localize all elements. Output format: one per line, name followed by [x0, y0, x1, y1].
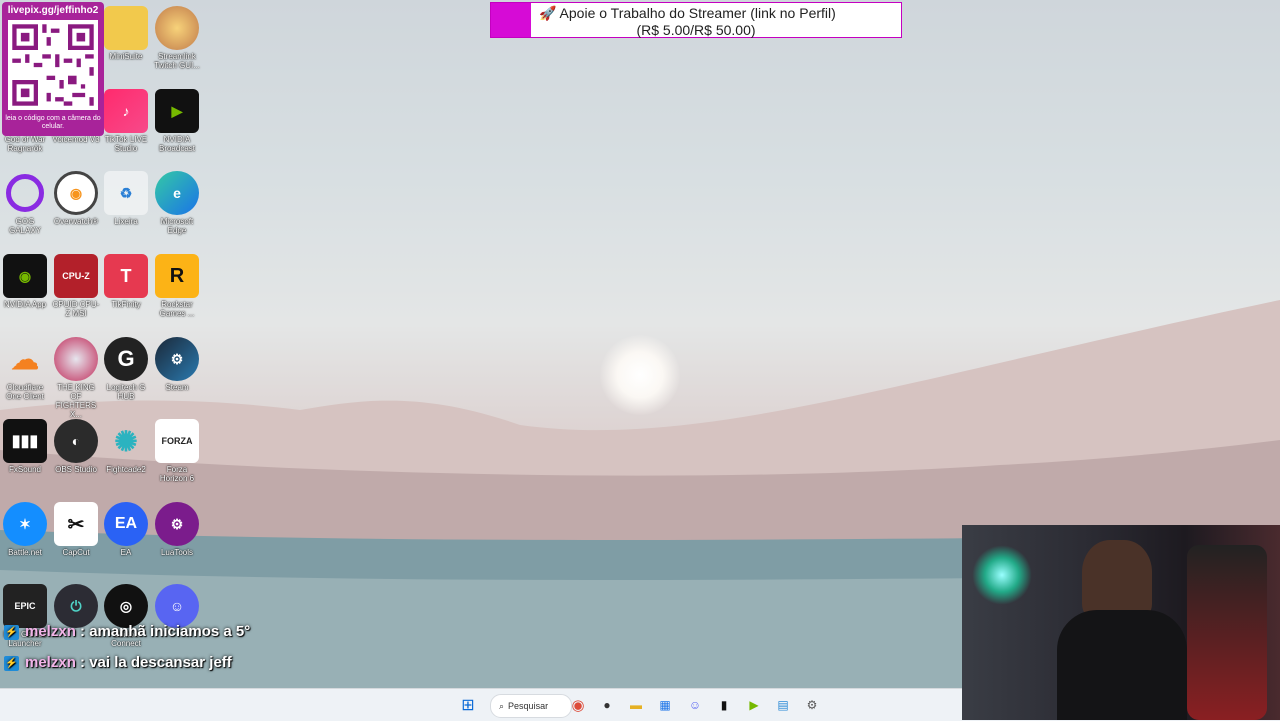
- tikfinity-icon: T: [104, 254, 148, 298]
- desktop-icon-fightcade[interactable]: ✺ Fightcade2: [101, 419, 151, 475]
- chat-message: ⚡ melzxn : vai la descansar jeff: [4, 654, 232, 671]
- fightcade-icon: ✺: [114, 425, 138, 457]
- desktop-icon-steam[interactable]: ⚙ Steam: [152, 337, 202, 392]
- settings-icon[interactable]: ⚙: [802, 695, 822, 715]
- desktop-icon-luatools[interactable]: ⚙ LuaTools: [152, 502, 202, 557]
- chat-badge-icon: ⚡: [4, 655, 19, 671]
- streamer-head: [1082, 540, 1152, 620]
- chat-username: melzxn: [25, 654, 76, 671]
- recycle-bin-icon: ♻: [104, 171, 148, 215]
- desktop-icon-streamlink[interactable]: Streamlink Twitch GUI...: [152, 6, 202, 70]
- desktop-icon-logitech[interactable]: G Logitech G HUB: [101, 337, 151, 401]
- desktop-icon-lixeira[interactable]: ♻ Lixeira: [101, 171, 151, 226]
- store-icon[interactable]: ▦: [655, 695, 675, 715]
- nvidia-icon[interactable]: ▶: [744, 695, 764, 715]
- desktop-icon-battlenet[interactable]: ✶ Battle.net: [0, 502, 50, 557]
- cpuz-icon: CPU-Z: [54, 254, 98, 298]
- webcam-light: [972, 545, 1032, 605]
- desktop-icon-cpuz[interactable]: CPU-Z CPUID CPU-Z MSI: [51, 254, 101, 318]
- obs-icon: ◐: [54, 419, 98, 463]
- chat-text: : amanhã iniciamos a 5°: [75, 623, 251, 640]
- desktop-icon-nvidia-app[interactable]: ◉ NVIDIA App: [0, 254, 50, 309]
- notepad-icon[interactable]: ▤: [773, 695, 793, 715]
- qr-url: livepix.gg/jeffinho2: [7, 5, 99, 16]
- chrome-icon[interactable]: ◉: [568, 695, 588, 715]
- fxsound-icon: ▮▮▮: [3, 419, 47, 463]
- desktop-icon-obs[interactable]: ◐ OBS Studio: [51, 419, 101, 474]
- desktop-icon-rockstar[interactable]: R Rockstar Games ...: [152, 254, 202, 318]
- ea-icon: EA: [104, 502, 148, 546]
- streamer-body: [1057, 610, 1187, 720]
- qr-caption: leia o código com a câmera do celular.: [5, 115, 101, 130]
- desktop-icon-tikfinity[interactable]: T TikFinity: [101, 254, 151, 309]
- desktop-icon-forza[interactable]: FORZA Forza Horizon 6: [152, 419, 202, 483]
- tiktok-icon: ♪: [104, 89, 148, 133]
- chat-badge-icon: ⚡: [4, 624, 19, 640]
- webcam-overlay: [962, 525, 1280, 720]
- support-banner: 🚀 Apoie o Trabalho do Streamer (link no …: [490, 2, 902, 38]
- fxsound-icon[interactable]: ▮: [714, 695, 734, 715]
- overwatch-icon: ◉: [54, 171, 98, 215]
- nvidia-broadcast-icon: ▶: [155, 89, 199, 133]
- streamlink-icon: [155, 6, 199, 50]
- desktop-icon-overwatch[interactable]: ◉ Overwatch®: [51, 171, 101, 226]
- gaming-chair: [1187, 545, 1267, 720]
- ubisoft-icon: ◎: [104, 584, 148, 628]
- forza-icon: FORZA: [155, 419, 199, 463]
- desktop-icon-kof[interactable]: THE KING OF FIGHTERS X...: [51, 337, 101, 419]
- desktop-icon-nvidia-broadcast[interactable]: ▶ NVIDIA Broadcast: [152, 89, 202, 153]
- chat-message: ⚡ melzxn : amanhã iniciamos a 5°: [4, 623, 250, 640]
- banner-title: 🚀 Apoie o Trabalho do Streamer (link no …: [539, 5, 836, 21]
- chat-text: : vai la descansar jeff: [75, 654, 232, 671]
- capcut-icon: ✂: [54, 502, 98, 546]
- livepix-qr-widget: livepix.gg/jeffinho2 leia o código com a…: [2, 2, 104, 136]
- logitech-icon: G: [104, 337, 148, 381]
- search-icon: ⌕: [499, 700, 505, 711]
- luatools-icon: ⚙: [155, 502, 199, 546]
- steam-icon: ⚙: [155, 337, 199, 381]
- search-box[interactable]: ⌕ Pesquisar: [490, 694, 572, 718]
- power-icon: ⏻: [54, 584, 98, 628]
- desktop-icon-capcut[interactable]: ✂ CapCut: [51, 502, 101, 557]
- epic-icon: EPIC: [3, 584, 47, 628]
- search-label: Pesquisar: [508, 701, 549, 711]
- app-icon[interactable]: ●: [597, 695, 617, 715]
- desktop-icon-minisuite[interactable]: MiniSuite: [101, 6, 151, 61]
- cloudflare-icon: ☁: [11, 343, 39, 375]
- discord-icon: ☺: [155, 584, 199, 628]
- desktop-icon-gog[interactable]: GOG GALAXY: [0, 171, 50, 235]
- edge-icon: e: [155, 171, 199, 215]
- qr-code-icon: [8, 20, 98, 110]
- rockstar-icon: R: [155, 254, 199, 298]
- chat-username: melzxn: [25, 623, 76, 640]
- gog-icon: [3, 171, 47, 215]
- nvidia-icon: ◉: [3, 254, 47, 298]
- desktop-icon-tiktok[interactable]: ♪ TikTok LIVE Studio: [101, 89, 151, 153]
- discord-icon[interactable]: ☺: [685, 695, 705, 715]
- desktop-icon-fxsound[interactable]: ▮▮▮ FxSound: [0, 419, 50, 474]
- banner-goal: (R$ 5.00/R$ 50.00): [636, 22, 756, 38]
- folder-icon: [104, 6, 148, 50]
- windows-start-icon[interactable]: ⊞: [458, 695, 478, 715]
- kof-icon: [54, 337, 98, 381]
- desktop-icon-cloudflare[interactable]: ☁ Cloudflare One Client: [0, 337, 50, 402]
- battlenet-icon: ✶: [3, 502, 47, 546]
- file-explorer-icon[interactable]: ▬: [626, 695, 646, 715]
- desktop-icon-edge[interactable]: e Microsoft Edge: [152, 171, 202, 235]
- desktop-icon-ea[interactable]: EA EA: [101, 502, 151, 557]
